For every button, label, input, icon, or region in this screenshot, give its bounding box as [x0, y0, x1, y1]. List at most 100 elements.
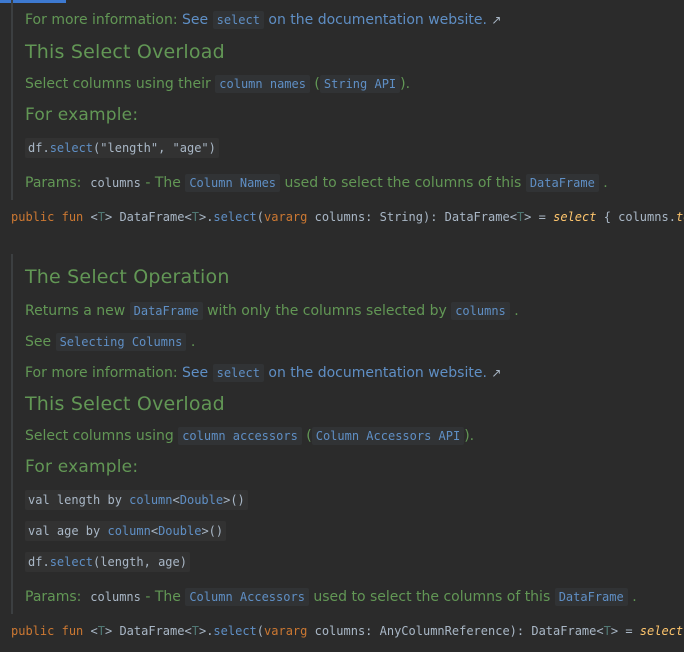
code-rest: >(): [223, 493, 245, 507]
vararg-keyword: vararg: [264, 210, 308, 224]
type-param: T: [191, 624, 199, 638]
public-keyword: public: [11, 210, 55, 224]
more-info-label: For more information:: [25, 365, 178, 381]
example-code-snippet: val age by column<Double>(): [25, 521, 227, 541]
example-title: For example:: [25, 457, 139, 477]
fun-keyword: fun: [61, 624, 84, 638]
kdoc-block-string-overload: For more information: See select on the …: [11, 0, 684, 200]
lt: <: [184, 624, 192, 638]
equals: =: [538, 210, 546, 224]
gt: >: [610, 624, 619, 638]
code-fn[interactable]: select: [50, 555, 93, 569]
lt: <: [509, 210, 517, 224]
returns-line: Returns a new DataFrame with only the co…: [25, 302, 519, 320]
function-name[interactable]: select: [213, 624, 256, 638]
desc-text: Select columns using: [25, 428, 174, 444]
lt: <: [184, 210, 192, 224]
gt: >: [104, 624, 113, 638]
example-title: For example:: [25, 105, 139, 125]
see-link[interactable]: See: [182, 365, 208, 381]
code-type[interactable]: Double: [158, 524, 201, 538]
columns-link[interactable]: columns: [451, 302, 510, 320]
equals: =: [625, 624, 633, 638]
code-prefix: df.: [28, 141, 50, 155]
paren-close: ).: [464, 428, 475, 444]
returns-mid: with only the columns selected by: [207, 303, 447, 319]
body-select-call[interactable]: select: [553, 210, 596, 224]
dataframe-link[interactable]: DataFrame: [129, 302, 203, 320]
gt: >: [524, 210, 532, 224]
public-keyword: public: [11, 624, 55, 638]
code-rest: >(): [201, 524, 224, 538]
code-prefix: val age by: [28, 524, 108, 538]
column-accessors-link[interactable]: column accessors: [178, 427, 302, 445]
params-line: Params: columns - The Column Accessors u…: [25, 588, 637, 606]
param-mid: used to select the columns of this: [313, 589, 551, 605]
lt: <: [596, 624, 604, 638]
documentation-website-link[interactable]: on the documentation website.: [268, 365, 486, 381]
code-args: (length, age): [93, 555, 187, 569]
lt: <: [90, 210, 98, 224]
select-doc-link[interactable]: select: [212, 11, 264, 29]
code-fn[interactable]: column: [107, 524, 150, 538]
receiver-type: DataFrame: [119, 624, 185, 638]
see-line: See Selecting Columns .: [25, 333, 196, 351]
overload-title: This Select Overload: [25, 393, 225, 415]
param-dash: - The: [145, 589, 181, 605]
dataframe-link[interactable]: DataFrame: [554, 588, 628, 606]
paren: (: [256, 210, 265, 224]
paren-open: (: [306, 428, 312, 444]
more-info-label: For more information:: [25, 12, 178, 28]
type-param: T: [97, 210, 105, 224]
string-api-link[interactable]: String API: [319, 75, 401, 93]
example-code: df.select("length", "age"): [25, 137, 219, 158]
function-signature-string: public fun <T> DataFrame<T>.select(varar…: [11, 210, 684, 224]
params-label: Params:: [25, 589, 82, 605]
body-tail: toCol: [675, 210, 684, 224]
see-end: .: [190, 334, 196, 350]
code-type[interactable]: Double: [180, 493, 223, 507]
example-code-3: df.select(length, age): [25, 551, 190, 572]
returns-prefix: Returns a new: [25, 303, 126, 319]
body-select-call[interactable]: select: [640, 624, 683, 638]
example-code-2: val age by column<Double>(): [25, 520, 227, 541]
code-prefix: df.: [28, 555, 50, 569]
vararg-keyword: vararg: [264, 624, 308, 638]
param-end: .: [632, 589, 637, 605]
overload-title: This Select Overload: [25, 41, 225, 63]
desc-text: Select columns using their: [25, 76, 211, 92]
type-param: T: [603, 624, 611, 638]
lt: <: [172, 493, 180, 507]
example-code-snippet: val length by column<Double>(): [25, 490, 248, 510]
param-name: columns: [90, 176, 141, 190]
paren-close: ).: [400, 76, 411, 92]
select-doc-link[interactable]: select: [212, 364, 264, 382]
gt: >: [104, 210, 113, 224]
function-name[interactable]: select: [213, 210, 256, 224]
params-line: Params: columns - The Column Names used …: [25, 174, 608, 192]
external-link-icon[interactable]: ↗: [491, 366, 501, 380]
params-and-return: columns: String): DataFrame: [314, 210, 510, 224]
param-mid: used to select the columns of this: [284, 175, 522, 191]
overload-description: Select columns using their column names …: [25, 75, 411, 93]
external-link-icon[interactable]: ↗: [491, 13, 501, 27]
type-param: T: [191, 210, 199, 224]
column-names-link[interactable]: column names: [215, 75, 310, 93]
more-info-line: For more information: See select on the …: [25, 364, 501, 382]
column-names-param-link[interactable]: Column Names: [185, 174, 281, 192]
function-signature-accessor: public fun <T> DataFrame<T>.select(varar…: [11, 624, 684, 638]
documentation-website-link[interactable]: on the documentation website.: [268, 12, 486, 28]
see-link[interactable]: See: [182, 12, 208, 28]
kdoc-block-accessor-overload: The Select Operation Returns a new DataF…: [11, 254, 684, 614]
selecting-columns-link[interactable]: Selecting Columns: [55, 333, 187, 351]
example-code-snippet: df.select("length", "age"): [25, 138, 219, 158]
column-accessors-param-link[interactable]: Column Accessors: [185, 588, 309, 606]
code-prefix: val length by: [28, 493, 130, 507]
dataframe-link[interactable]: DataFrame: [525, 174, 599, 192]
param-end: .: [603, 175, 608, 191]
type-param: T: [97, 624, 105, 638]
params-and-return: columns: AnyColumnReference): DataFrame: [314, 624, 597, 638]
code-fn[interactable]: column: [129, 493, 172, 507]
column-accessors-api-link[interactable]: Column Accessors API: [311, 427, 465, 445]
code-fn[interactable]: select: [50, 141, 93, 155]
